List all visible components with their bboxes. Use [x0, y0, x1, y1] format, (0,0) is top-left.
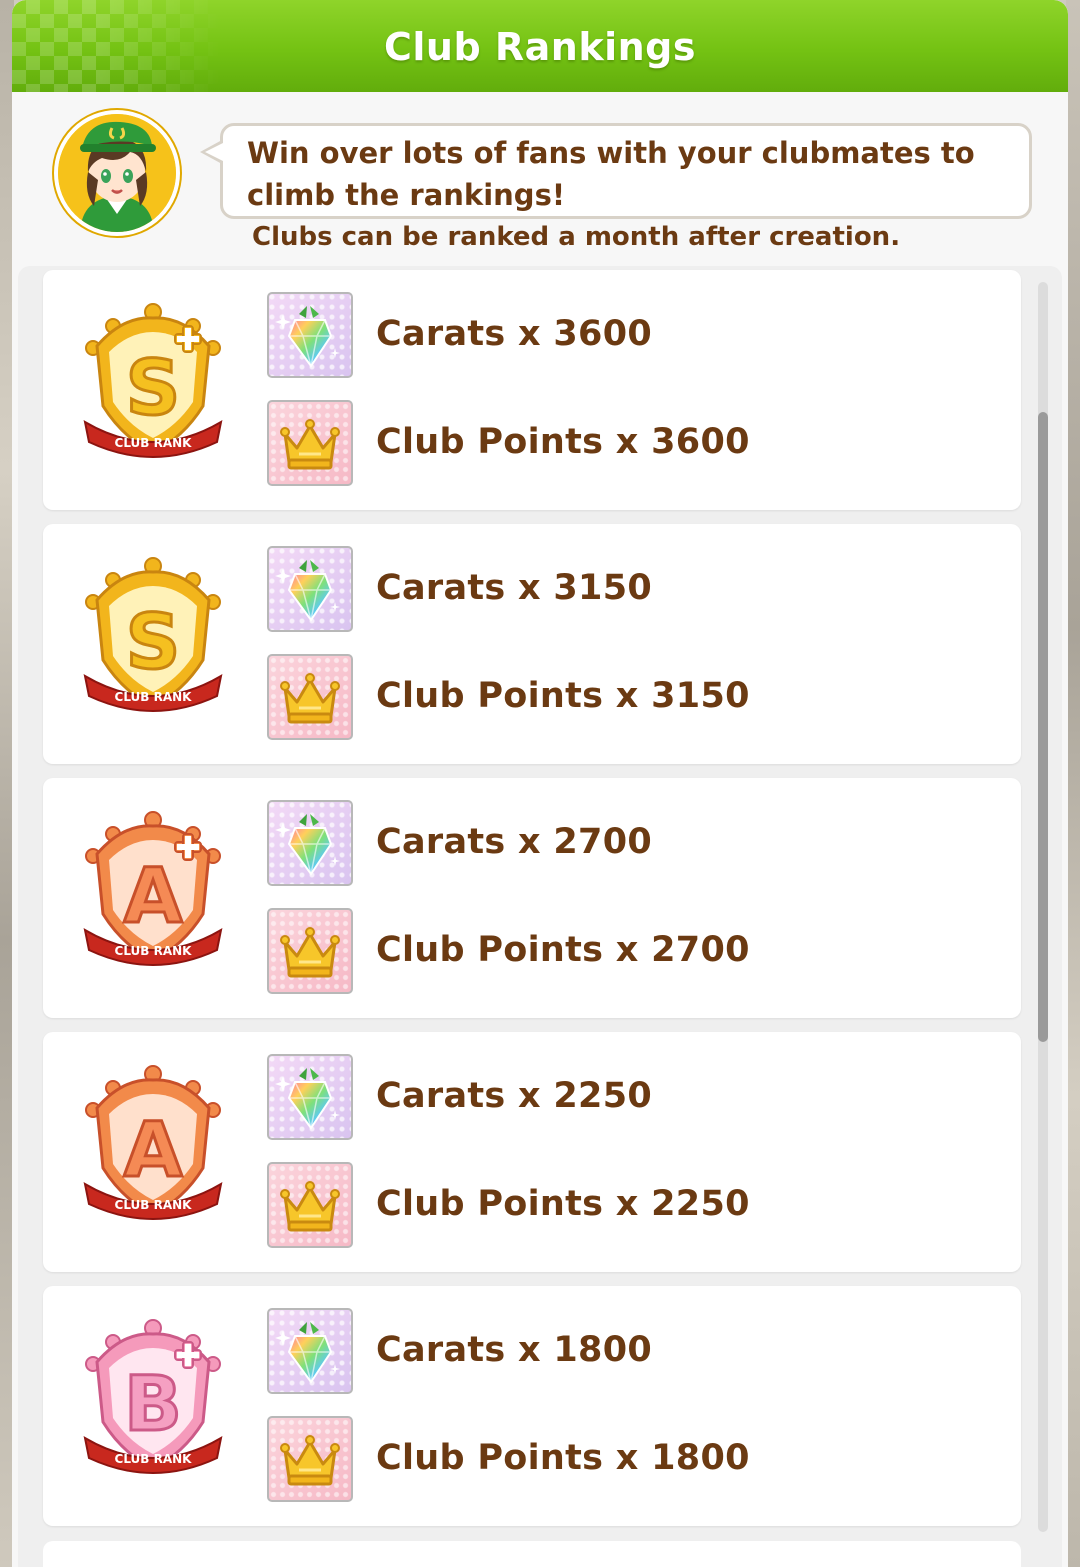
speech-bubble: Win over lots of fans with your clubmate…	[220, 123, 1032, 219]
carat-crystal-icon[interactable]	[267, 800, 353, 886]
club-points-reward-label: Club Points x 2700	[376, 930, 750, 970]
club-points-reward-label: Club Points x 3150	[376, 676, 750, 716]
club-rank-badge-text: CLUB RANK	[115, 1452, 193, 1466]
carat-crystal-icon[interactable]	[267, 292, 353, 378]
carat-crystal-icon[interactable]	[267, 1054, 353, 1140]
club-points-crown-icon[interactable]	[267, 400, 353, 486]
club-points-crown-icon[interactable]	[267, 1416, 353, 1502]
club-points-reward-label: Club Points x 1800	[376, 1438, 750, 1478]
carats-reward-label: Carats x 2250	[376, 1076, 653, 1116]
speech-bubble-tail-inner	[205, 143, 223, 161]
dialog-header: Club Rankings	[12, 0, 1068, 92]
svg-text:S: S	[126, 343, 181, 432]
speech-message: Win over lots of fans with your clubmate…	[247, 136, 975, 212]
carats-reward-label: Carats x 3150	[376, 568, 653, 608]
background-right-edge	[1066, 0, 1080, 1567]
club-points-reward-label: Club Points x 2250	[376, 1184, 750, 1224]
svg-text:A: A	[124, 1105, 183, 1194]
rank-reward-card-s-plus: S CLUB RANK Carats x 3600 Club Points x …	[43, 270, 1021, 510]
club-rank-badge-text: CLUB RANK	[115, 944, 193, 958]
club-points-crown-icon[interactable]	[267, 654, 353, 740]
rank-reward-card-a: A CLUB RANK Carats x 2250 Club Points x …	[43, 1032, 1021, 1272]
ranking-notice: Clubs can be ranked a month after creati…	[252, 222, 901, 252]
rank-reward-card-a-plus: A CLUB RANK Carats x 2700 Club Points x …	[43, 778, 1021, 1018]
carats-reward-label: Carats x 2700	[376, 822, 653, 862]
svg-text:A: A	[124, 851, 183, 940]
club-rank-badge-icon: S CLUB RANK	[83, 302, 223, 462]
club-rank-badge-text: CLUB RANK	[115, 436, 193, 450]
club-rank-badge-icon: A CLUB RANK	[83, 1064, 223, 1224]
club-rank-badge-icon: B CLUB RANK	[83, 1318, 223, 1478]
rank-reward-card-s: S CLUB RANK Carats x 3150 Club Points x …	[43, 524, 1021, 764]
carats-reward-label: Carats x 3600	[376, 314, 653, 354]
club-rank-badge-text: CLUB RANK	[115, 1198, 193, 1212]
club-rank-badge-icon: S CLUB RANK	[83, 556, 223, 716]
list-item-partial	[43, 1541, 1021, 1567]
club-points-crown-icon[interactable]	[267, 908, 353, 994]
carats-reward-label: Carats x 1800	[376, 1330, 653, 1370]
club-points-reward-label: Club Points x 3600	[376, 422, 750, 462]
svg-text:S: S	[126, 597, 181, 686]
club-points-crown-icon[interactable]	[267, 1162, 353, 1248]
scrollbar-thumb[interactable]	[1038, 412, 1048, 1042]
rank-reward-card-b-plus: B CLUB RANK Carats x 1800 Club Points x …	[43, 1286, 1021, 1526]
club-rank-badge-icon: A CLUB RANK	[83, 810, 223, 970]
character-avatar	[54, 110, 180, 236]
carat-crystal-icon[interactable]	[267, 1308, 353, 1394]
carat-crystal-icon[interactable]	[267, 546, 353, 632]
club-rank-badge-text: CLUB RANK	[115, 690, 193, 704]
svg-text:B: B	[124, 1359, 182, 1448]
club-rankings-dialog: Club Rankings Win over lots of fans with…	[12, 0, 1068, 1567]
dialog-title: Club Rankings	[383, 25, 697, 69]
